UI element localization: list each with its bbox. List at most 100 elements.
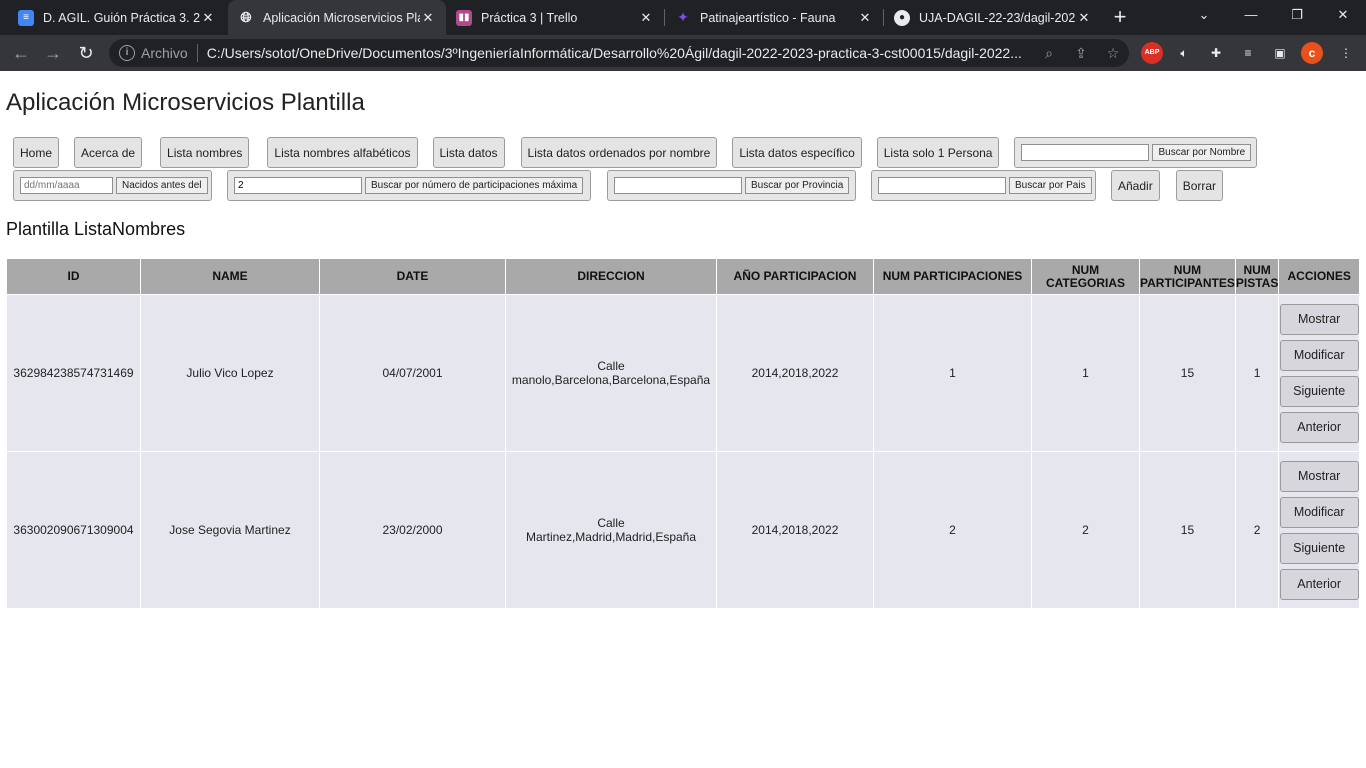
browser-tabstrip: ≡ D. AGIL. Guión Práctica 3. 22/23 ✕ 🌐︎ … <box>0 0 1366 35</box>
show-button[interactable]: Mostrar <box>1279 460 1359 492</box>
participations-number-input[interactable] <box>234 177 362 194</box>
column-header: ACCIONES <box>1278 258 1360 295</box>
search-name-input[interactable] <box>1021 144 1150 161</box>
date-input[interactable] <box>20 177 113 194</box>
column-header: NUM CATEGORIAS <box>1031 258 1140 295</box>
globe-icon: 🌐︎ <box>240 9 252 25</box>
search-province-button[interactable]: Buscar por Provincia <box>745 177 850 194</box>
address-bar[interactable]: i Archivo C:/Users/sotot/OneDrive/Docume… <box>109 39 1129 67</box>
cell-num-categorias: 1 <box>1031 294 1140 452</box>
speaker-icon[interactable]: 🔈︎ <box>1173 42 1195 64</box>
share-icon[interactable]: ⇪ <box>1070 42 1092 64</box>
fauna-icon: ✦ <box>677 9 689 25</box>
minimize-button[interactable]: — <box>1228 0 1274 30</box>
direccion-line: Martinez,Madrid,Madrid,España <box>525 530 697 544</box>
column-header: AÑO PARTICIPACION <box>716 258 874 295</box>
add-button[interactable]: Añadir <box>1111 170 1160 201</box>
new-tab-button[interactable]: + <box>1108 4 1132 30</box>
forward-arrow-icon[interactable]: → <box>40 40 66 66</box>
cell-num-participaciones: 2 <box>873 451 1032 609</box>
info-icon[interactable]: i <box>119 45 135 61</box>
next-button[interactable]: Siguiente <box>1279 532 1359 564</box>
search-name-form: Buscar por Nombre <box>1014 137 1258 168</box>
cell-name: Jose Segovia Martinez <box>140 451 320 609</box>
tab-title: Aplicación Microservicios Plantilla <box>263 10 420 25</box>
cell-id: 363002090671309004 <box>6 451 141 609</box>
column-header: DATE <box>319 258 506 295</box>
more-menu-icon[interactable]: ⋮ <box>1335 42 1357 64</box>
cell-num-categorias: 2 <box>1031 451 1140 609</box>
list-names-button[interactable]: Lista nombres <box>160 137 250 168</box>
list-data-sorted-button[interactable]: Lista datos ordenados por nombre <box>520 137 718 168</box>
cell-id: 362984238574731469 <box>6 294 141 452</box>
maximize-button[interactable]: ❐ <box>1274 0 1320 30</box>
column-header: NUM PISTAS <box>1234 258 1280 295</box>
country-input[interactable] <box>878 177 1006 194</box>
tab-fauna[interactable]: ✦ Patinajeartístico - Fauna ✕ <box>665 0 883 35</box>
tab-trello[interactable]: ▮▮ Práctica 3 | Trello ✕ <box>446 0 664 35</box>
page-content: Aplicación Microservicios Plantilla Home… <box>0 71 1366 768</box>
delete-button[interactable]: Borrar <box>1175 170 1224 201</box>
direccion-line: manolo,Barcelona,Barcelona,España <box>511 373 711 387</box>
page-title: Aplicación Microservicios Plantilla <box>6 89 365 116</box>
trello-icon: ▮▮ <box>456 9 472 26</box>
next-button[interactable]: Siguiente <box>1279 375 1359 407</box>
bookmark-star-icon[interactable]: ☆ <box>1102 42 1124 64</box>
previous-button[interactable]: Anterior <box>1279 568 1359 600</box>
close-icon[interactable]: ✕ <box>638 10 654 26</box>
search-country-button[interactable]: Buscar por Pais <box>1009 177 1092 194</box>
close-icon[interactable]: ✕ <box>420 10 436 26</box>
tab-aplicacion[interactable]: 🌐︎ Aplicación Microservicios Plantilla ✕ <box>228 0 446 35</box>
show-button[interactable]: Mostrar <box>1279 303 1359 335</box>
born-before-form: Nacidos antes del <box>13 170 212 201</box>
about-button[interactable]: Acerca de <box>74 137 143 168</box>
address-scheme: Archivo <box>141 45 188 61</box>
cell-direccion: Calle Martinez,Madrid,Madrid,España <box>505 451 717 609</box>
search-name-button[interactable]: Buscar por Nombre <box>1152 144 1252 161</box>
section-title: Plantilla ListaNombres <box>6 219 186 239</box>
modify-button[interactable]: Modificar <box>1279 496 1359 528</box>
close-icon[interactable]: ✕ <box>200 10 216 26</box>
avatar[interactable]: c <box>1301 42 1323 64</box>
cell-num-participantes: 15 <box>1139 294 1236 452</box>
cell-actions: Mostrar Modificar Siguiente Anterior <box>1278 451 1360 609</box>
tab-search-icon[interactable]: ⌄ <box>1181 0 1227 30</box>
table-row: 362984238574731469 Julio Vico Lopez 04/0… <box>6 294 1360 452</box>
born-before-button[interactable]: Nacidos antes del <box>116 177 208 194</box>
reload-icon[interactable]: ↻ <box>73 40 99 66</box>
tab-title: Práctica 3 | Trello <box>481 10 578 25</box>
table-row: 363002090671309004 Jose Segovia Martinez… <box>6 451 1360 609</box>
media-control-icon[interactable]: ≡ <box>1237 42 1259 64</box>
cell-direccion: Calle manolo,Barcelona,Barcelona,España <box>505 294 717 452</box>
tab-github[interactable]: ● UJA-DAGIL-22-23/dagil-2022 ✕ <box>884 0 1102 35</box>
back-arrow-icon[interactable]: ← <box>8 40 34 66</box>
window-close-button[interactable]: ✕ <box>1320 0 1366 30</box>
participations-form: Buscar por número de participaciones máx… <box>227 170 591 201</box>
list-data-button[interactable]: Lista datos <box>432 137 505 168</box>
close-icon[interactable]: ✕ <box>857 10 873 26</box>
adblock-icon[interactable]: ABP <box>1141 42 1163 64</box>
list-data-specific-button[interactable]: Lista datos específico <box>732 137 862 168</box>
column-header: ID <box>6 258 141 295</box>
extensions-icon[interactable]: ✚ <box>1205 42 1227 64</box>
address-url[interactable]: C:/Users/sotot/OneDrive/Documentos/3ºIng… <box>207 45 1033 61</box>
list-names-alpha-button[interactable]: Lista nombres alfabéticos <box>267 137 418 168</box>
cell-actions: Mostrar Modificar Siguiente Anterior <box>1278 294 1360 452</box>
list-single-person-button[interactable]: Lista solo 1 Persona <box>876 137 1000 168</box>
home-button[interactable]: Home <box>13 137 60 168</box>
cell-date: 23/02/2000 <box>319 451 506 609</box>
tab-title: D. AGIL. Guión Práctica 3. 22/23 <box>43 10 200 25</box>
direccion-line: Calle <box>597 516 625 530</box>
side-panel-icon[interactable]: ▣ <box>1269 42 1291 64</box>
province-input[interactable] <box>614 177 742 194</box>
data-table: ID NAME DATE DIRECCION AÑO PARTICIPACION… <box>6 258 1360 609</box>
previous-button[interactable]: Anterior <box>1279 411 1359 443</box>
cell-num-pistas: 2 <box>1234 451 1280 609</box>
zoom-icon[interactable]: ⌕ <box>1038 42 1060 64</box>
direccion-line: Calle <box>597 359 625 373</box>
tab-guion[interactable]: ≡ D. AGIL. Guión Práctica 3. 22/23 ✕ <box>8 0 226 35</box>
cell-years: 2014,2018,2022 <box>716 451 874 609</box>
close-icon[interactable]: ✕ <box>1076 10 1092 26</box>
search-participations-button[interactable]: Buscar por número de participaciones máx… <box>365 177 584 194</box>
modify-button[interactable]: Modificar <box>1279 339 1359 371</box>
